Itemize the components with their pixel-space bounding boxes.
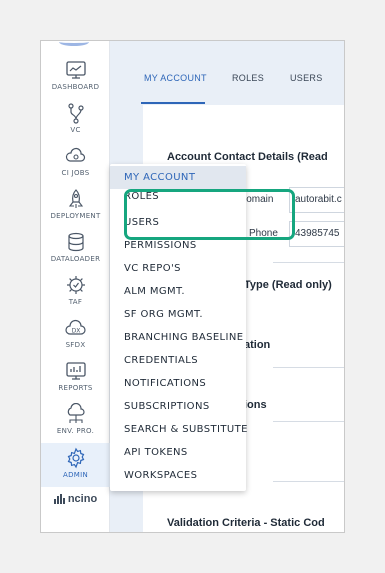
sidebar-item-dataloader[interactable]: DATALOADER: [41, 231, 110, 267]
sidebar-item-vc[interactable]: VC: [41, 102, 110, 138]
sidebar-item-label: VC: [70, 126, 81, 134]
tab-bar: MY ACCOUNT ROLES USERS: [110, 41, 344, 105]
sidebar-item-taf[interactable]: TAF: [41, 274, 110, 310]
dashboard-icon: [65, 61, 86, 79]
ci-cloud-icon: [65, 147, 85, 162]
app-logo: [59, 41, 89, 46]
sidebar: DASHBOARD VC CI JOBS DEPLOYMENT DATALOAD…: [41, 41, 110, 532]
menu-item-notifications[interactable]: NOTIFICATIONS: [110, 372, 246, 395]
database-icon: [67, 232, 84, 252]
app-window: DASHBOARD VC CI JOBS DEPLOYMENT DATALOAD…: [40, 40, 345, 533]
sidebar-item-env-pro[interactable]: ENV. PRO.: [41, 403, 110, 439]
divider: [273, 262, 344, 263]
menu-item-search-substitute[interactable]: SEARCH & SUBSTITUTE: [110, 418, 247, 441]
rocket-icon: [68, 189, 83, 208]
tab-my-account[interactable]: MY ACCOUNT: [144, 73, 207, 83]
menu-item-alm-mgmt[interactable]: ALM MGMT.: [110, 280, 246, 303]
menu-item-my-account[interactable]: MY ACCOUNT: [110, 166, 246, 189]
menu-item-vc-repos[interactable]: VC REPO'S: [110, 257, 246, 280]
svg-text:DX: DX: [71, 328, 80, 335]
phone-field[interactable]: 43985745: [289, 221, 344, 247]
section-title-ation: ation: [244, 339, 271, 351]
sidebar-item-label: CI JOBS: [61, 169, 90, 177]
sidebar-item-label: DATALOADER: [50, 255, 101, 263]
sidebar-item-label: DEPLOYMENT: [50, 212, 101, 220]
sidebar-item-reports[interactable]: REPORTS: [41, 360, 110, 396]
sidebar-item-sfdx[interactable]: DX SFDX: [41, 317, 110, 353]
gear-check-icon: [66, 276, 85, 294]
admin-gear-icon: [67, 447, 84, 469]
divider: [273, 367, 344, 368]
highlight-box: [124, 189, 295, 240]
sidebar-item-label: TAF: [68, 298, 83, 306]
divider: [273, 481, 344, 482]
account-contact-title: Account Contact Details (Read: [167, 151, 328, 163]
menu-item-credentials[interactable]: CREDENTIALS: [110, 349, 246, 372]
report-icon: [65, 362, 86, 380]
sidebar-item-dashboard[interactable]: DASHBOARD: [41, 59, 110, 95]
sidebar-item-admin[interactable]: ADMIN: [41, 443, 110, 487]
ncino-logo: ncino: [41, 493, 110, 505]
active-tab-indicator: [141, 102, 205, 104]
sidebar-item-label: ADMIN: [62, 471, 89, 479]
sidebar-item-deployment[interactable]: DEPLOYMENT: [41, 188, 110, 224]
ncino-brand-text: ncino: [67, 493, 98, 505]
tab-users[interactable]: USERS: [290, 73, 323, 83]
menu-item-subscriptions[interactable]: SUBSCRIPTIONS: [110, 395, 246, 418]
domain-field[interactable]: autorabit.c: [289, 187, 344, 213]
sidebar-item-label: SFDX: [65, 341, 86, 349]
sidebar-item-label: DASHBOARD: [51, 83, 100, 91]
menu-item-api-tokens[interactable]: API TOKENS: [110, 441, 246, 464]
vc-branch-icon: [67, 103, 84, 124]
section-title-ions: ions: [244, 399, 267, 411]
tab-roles[interactable]: ROLES: [232, 73, 264, 83]
divider: [273, 421, 344, 422]
dx-cloud-icon: DX: [64, 319, 86, 335]
sidebar-item-ci-jobs[interactable]: CI JOBS: [41, 145, 110, 181]
bars-icon: [53, 494, 65, 505]
validation-criteria-title: Validation Criteria - Static Cod: [167, 517, 325, 529]
sidebar-item-label: REPORTS: [58, 384, 93, 392]
menu-item-workspaces[interactable]: WORKSPACES: [110, 464, 246, 487]
sidebar-item-label: ENV. PRO.: [56, 427, 95, 435]
menu-item-branching-baseline[interactable]: BRANCHING BASELINE: [110, 326, 246, 349]
type-section-title: Type (Read only): [244, 279, 332, 291]
network-cloud-icon: [67, 403, 85, 423]
menu-item-sf-org-mgmt[interactable]: SF ORG MGMT.: [110, 303, 246, 326]
